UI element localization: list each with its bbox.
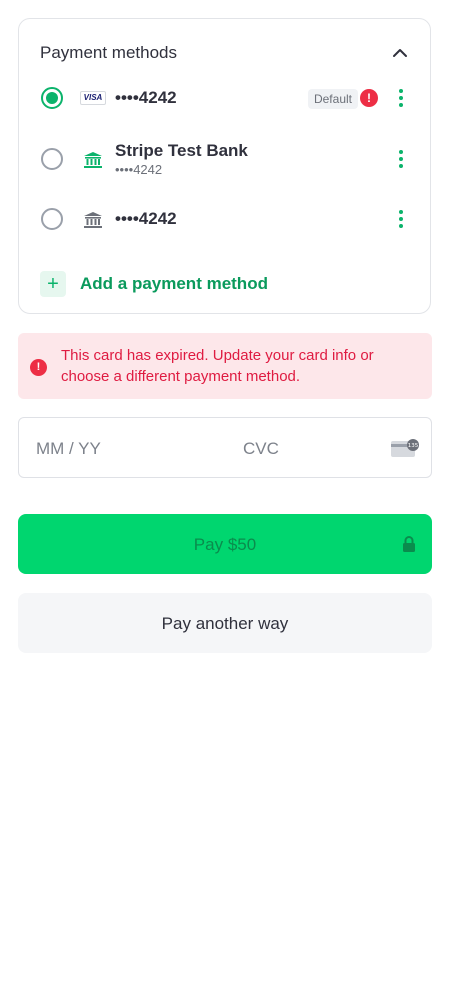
pay-another-way-label: Pay another way xyxy=(161,614,289,633)
payment-methods-title: Payment methods xyxy=(40,43,178,62)
error-banner: ! This card has expired. Update your car… xyxy=(18,333,432,399)
payment-method-visa[interactable]: VISA ••••4242 Default ! xyxy=(19,79,430,119)
card-details-input[interactable]: MM / YY CVC 135 xyxy=(18,417,432,478)
default-badge: Default xyxy=(307,89,358,109)
payment-method-bank-2[interactable]: ••••4242 xyxy=(19,200,430,240)
lock-icon xyxy=(403,536,415,552)
chevron-up-icon[interactable] xyxy=(392,45,408,61)
add-payment-method-label: Add a payment method xyxy=(80,274,268,293)
radio-unselected[interactable] xyxy=(41,148,63,170)
more-options-icon[interactable] xyxy=(398,208,404,230)
pay-another-way-button[interactable]: Pay another way xyxy=(18,593,432,653)
cvc-card-icon: 135 xyxy=(391,439,419,457)
payment-methods-card: Payment methods VISA ••••4242 Default ! xyxy=(18,18,431,314)
visa-icon: VISA xyxy=(80,91,106,105)
payment-method-bank[interactable]: Stripe Test Bank ••••4242 xyxy=(19,140,430,180)
payment-method-title: Stripe Test Bank xyxy=(115,141,248,160)
payment-method-title: ••••4242 xyxy=(115,88,177,107)
payment-method-subtitle: ••••4242 xyxy=(115,162,163,177)
checkout-root: Payment methods VISA ••••4242 Default ! xyxy=(0,0,450,1000)
pay-button-label: Pay $50 xyxy=(193,535,257,554)
payment-method-title: ••••4242 xyxy=(115,209,177,228)
radio-selected[interactable] xyxy=(41,87,63,109)
pay-button[interactable]: Pay $50 xyxy=(18,514,432,574)
bank-icon xyxy=(84,152,102,168)
cvc-field[interactable]: CVC xyxy=(243,439,279,459)
plus-icon: + xyxy=(40,271,66,297)
error-icon: ! xyxy=(360,89,378,107)
more-options-icon[interactable] xyxy=(398,87,404,109)
error-icon: ! xyxy=(30,359,47,376)
more-options-icon[interactable] xyxy=(398,148,404,170)
error-message: This card has expired. Update your card … xyxy=(61,347,374,385)
cvc-icon-text: 135 xyxy=(408,443,419,449)
expiry-field[interactable]: MM / YY xyxy=(36,439,101,459)
radio-unselected[interactable] xyxy=(41,208,63,230)
bank-icon xyxy=(84,212,102,228)
